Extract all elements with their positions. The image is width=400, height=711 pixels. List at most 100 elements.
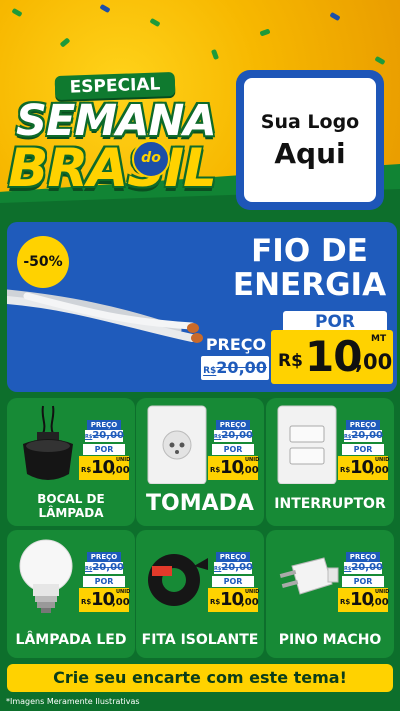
featured-title-line1: FIO DE [251,233,368,269]
old-price-dec: ,00 [106,562,124,573]
old-price: R$20,00 [214,430,253,442]
price-dec: ,00 [241,465,259,476]
product-name: TOMADA [146,491,254,516]
preco-label: PREÇO [216,552,250,562]
price-tag: PREÇO R$20,00 POR R$ 10,00 UNID [208,552,260,614]
featured-title: FIO DE ENERGIA [227,234,392,302]
male-plug-image [279,557,339,595]
old-price: R$20,00 [344,562,383,574]
product-card: PREÇO R$20,00 POR R$ 10,00 UNID FITA ISOLA… [136,530,264,658]
product-name: BOCAL DE LÂMPADA [9,492,133,520]
logo-text-line2: Aqui [274,136,346,170]
disclaimer-text: *Imagens Meramente Ilustrativas [6,697,140,706]
price-tag: PREÇO R$20,00 POR R$ 10,00 UNID [79,552,131,614]
price-tag: PREÇO R$20,00 POR R$ 10,00 UNID [79,420,130,482]
preco-label: PREÇO [87,552,121,562]
confetti-shape [11,7,23,18]
brasil-title: BRASIL [8,138,217,199]
old-price-int: 20 [92,430,107,441]
old-price-dec: ,00 [106,430,124,441]
product-card: PREÇO R$20,00 POR R$ 10,00 UNID INTERRUPTO… [266,398,394,526]
preco-label: PREÇO [203,334,269,356]
logo-placeholder: Sua Logo Aqui [236,70,384,210]
old-price-dec: ,00 [365,562,383,573]
price-unit: MT [371,334,387,344]
discount-badge: -50% [17,236,69,288]
old-price-int: 20 [351,430,366,441]
price-tag: PREÇO R$20,00 POR R$ 10,00 UNID [208,420,259,482]
product-name-line1: BOCAL DE [37,492,105,506]
currency: R$ [278,351,303,371]
confetti-shape [210,48,220,61]
price-unit: UNID [245,589,260,595]
old-price-int: 20 [216,358,239,377]
confetti-shape [149,17,161,28]
product-name-line2: LÂMPADA [38,506,104,520]
price-int: 10 [220,457,244,478]
featured-product: -50% FIO DE ENERGIA POR PREÇO R$20,00 R$… [7,222,397,392]
new-price: R$ 10,00 UNID [79,588,131,612]
por-label: POR [212,576,254,587]
logo-text-line1: Sua Logo [260,110,360,133]
flyer: ESPECIAL SEMANA BRASIL do Sua Logo Aqui … [0,0,400,711]
old-price-dec: ,00 [235,562,253,573]
old-price-int: 20 [221,562,236,573]
price-tag: PREÇO R$20,00 POR R$ 10,00 UNID [338,420,389,482]
old-price: R$20,00 [344,430,383,442]
por-label: POR [83,444,125,455]
old-price-int: 20 [92,562,107,573]
wire-image [7,289,203,343]
currency: R$ [340,598,351,606]
product-name: PINO MACHO [278,632,382,648]
old-price-dec: ,00 [365,430,383,441]
preco-label: PREÇO [87,420,121,430]
product-name: FITA ISOLANTE [141,632,259,648]
price-int: 10 [220,589,244,610]
confetti-shape [259,28,271,37]
new-price: R$ 10,00 UNID [208,456,259,480]
price-tag: PREÇO R$20,00 POR R$ 10,00 UNID [338,552,390,614]
preco-label: PREÇO [346,552,380,562]
old-price: R$20,00 [214,562,253,574]
preco-label: PREÇO [346,420,380,430]
price-int: 10 [350,589,374,610]
product-card: PREÇO R$20,00 POR R$ 10,00 UNID PINO MACHO [266,530,394,658]
price-int: 10 [91,457,115,478]
product-card: PREÇO R$20,00 POR R$ 10,00 UNID TOMADA [136,398,264,526]
por-label: POR [212,444,254,455]
price-unit: UNID [375,589,390,595]
confetti-shape [59,37,71,48]
currency: R$ [340,466,351,474]
price-dec: ,00 [112,597,130,608]
currency: R$ [81,466,92,474]
price-dec: ,00 [355,350,393,374]
currency: R$ [81,598,92,606]
old-price-int: 20 [221,430,236,441]
old-price: R$20,00 [85,430,124,442]
product-name: INTERRUPTOR [274,496,386,512]
featured-title-line2: ENERGIA [232,267,387,303]
por-label: POR [83,576,125,587]
new-price: R$ 10,00 UNID [208,588,260,612]
preco-label: PREÇO [216,420,250,430]
price-int: 10 [305,332,362,381]
old-price: R$20,00 [201,356,269,380]
por-label: POR [342,576,384,587]
price-dec: ,00 [241,597,259,608]
product-card: PREÇO R$20,00 POR R$ 10,00 UNID LÂMPADA LE… [7,530,135,658]
old-price: R$20,00 [85,562,124,574]
header-banner: ESPECIAL SEMANA BRASIL do Sua Logo Aqui [0,0,400,218]
logo-inner: Sua Logo Aqui [244,78,376,202]
price-int: 10 [91,589,115,610]
price-unit: UNID [116,589,131,595]
currency: R$ [210,466,221,474]
outlet-image [147,405,207,484]
price-dec: ,00 [371,597,389,608]
currency: R$ [210,598,221,606]
new-price: R$ 10,00 UNID [338,588,390,612]
led-bulb-image [19,539,73,613]
old-currency: R$ [203,366,217,376]
product-name: LÂMPADA LED [15,632,127,648]
new-price: R$ 10 ,00 MT [271,330,393,384]
old-price-dec: ,00 [238,358,267,377]
